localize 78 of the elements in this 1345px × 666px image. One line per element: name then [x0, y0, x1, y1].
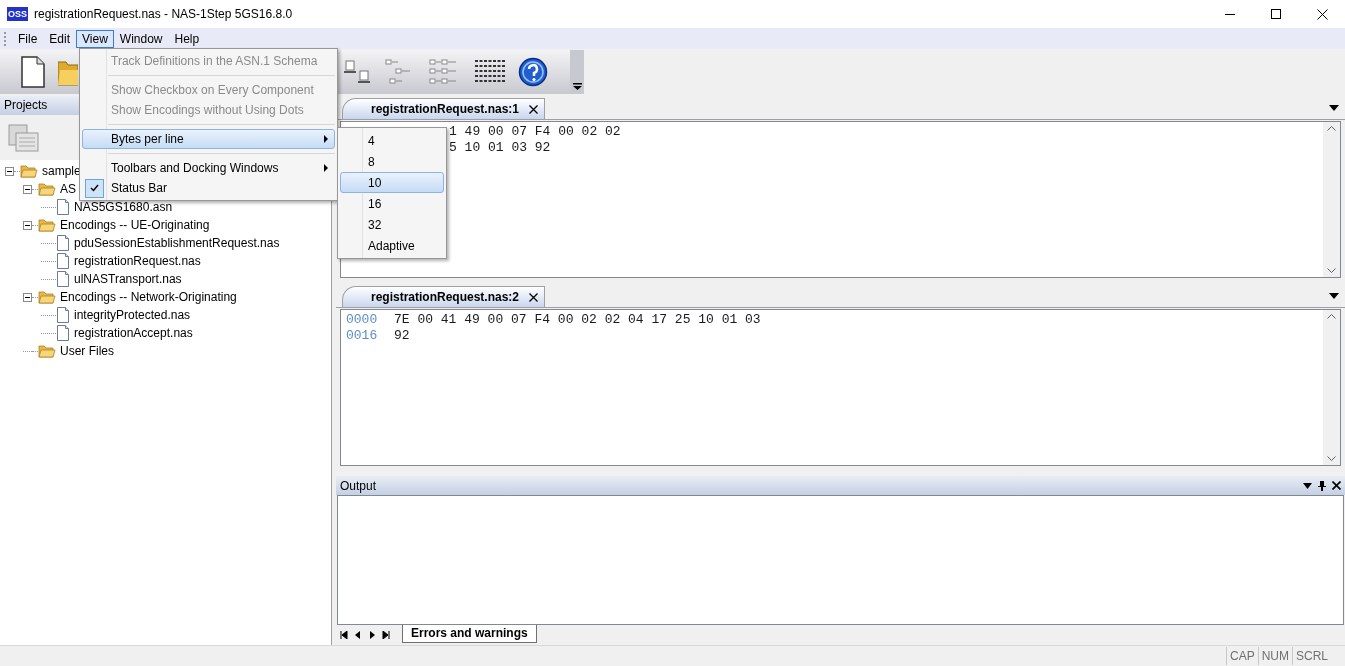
- close-icon: [1316, 8, 1328, 20]
- dropdown-icon[interactable]: [1303, 482, 1312, 489]
- tree-item[interactable]: registrationAccept.nas: [74, 324, 193, 342]
- hex-bytes: 7E 00 41 49 00 07 F4 00 02 02 04 17 25 10 01 03: [394, 312, 761, 328]
- collapse-icon[interactable]: [23, 184, 32, 194]
- hex-bytes: 5 10 01 03 92: [449, 140, 551, 156]
- maximize-icon: [1271, 9, 1281, 19]
- minimize-icon: [1225, 13, 1235, 15]
- tree-item[interactable]: integrityProtected.nas: [74, 306, 191, 324]
- menu-item[interactable]: 32: [340, 214, 444, 235]
- folder-icon: [38, 218, 56, 232]
- pin-icon[interactable]: [1318, 480, 1326, 491]
- panel-header: Output: [340, 477, 378, 495]
- tree-item[interactable]: User Files: [60, 342, 114, 360]
- tree-item[interactable]: Encodings -- Network-Originating: [60, 288, 237, 306]
- menu-item[interactable]: File: [12, 29, 44, 48]
- tree-item[interactable]: registrationRequest.nas: [74, 252, 201, 270]
- collapse-icon[interactable]: [23, 220, 32, 230]
- folder-icon: [38, 182, 56, 196]
- scrollbar[interactable]: [1323, 122, 1340, 277]
- menu-item[interactable]: Edit: [43, 29, 77, 48]
- menu-item[interactable]: 4: [340, 130, 444, 151]
- tree-item[interactable]: AS: [60, 180, 76, 198]
- tree-item[interactable]: Encodings -- UE-Originating: [60, 216, 210, 234]
- scroll-down-icon[interactable]: [1327, 268, 1336, 274]
- hex-bytes: 1 49 00 07 F4 00 02 02: [449, 124, 621, 140]
- menu-item[interactable]: Help: [168, 29, 206, 48]
- menu-item[interactable]: 16: [340, 193, 444, 214]
- dropdown-icon[interactable]: [1329, 293, 1339, 299]
- line-offset: 0016: [346, 328, 379, 344]
- tree-item[interactable]: sample: [42, 162, 81, 180]
- skip-arrow-icon[interactable]: [382, 631, 390, 639]
- document-tab[interactable]: registrationRequest.nas:1: [342, 98, 546, 119]
- status-indicator: CAP: [1225, 647, 1258, 665]
- menu-item[interactable]: Bytes per line: [82, 129, 335, 149]
- tree-item[interactable]: NAS5GS1680.asn: [74, 198, 173, 216]
- scroll-up-icon[interactable]: [1327, 313, 1336, 319]
- menu-item[interactable]: Adaptive: [340, 235, 444, 256]
- help-icon[interactable]: [518, 57, 548, 87]
- document-icon: [56, 235, 70, 251]
- document-tab[interactable]: registrationRequest.nas:2: [342, 286, 546, 307]
- folder-icon: [38, 290, 56, 304]
- menu-item[interactable]: 10: [340, 172, 444, 193]
- tree-item[interactable]: ulNASTransport.nas: [74, 270, 182, 288]
- output-tab[interactable]: Errors and warnings: [402, 625, 537, 643]
- menu-item[interactable]: Status Bar: [82, 178, 335, 198]
- folder-icon[interactable]: [58, 58, 78, 86]
- line-offset: 0000: [346, 312, 379, 328]
- menu-item[interactable]: Window: [113, 29, 169, 48]
- dropdown-icon[interactable]: [1329, 105, 1339, 111]
- menu-item[interactable]: Toolbars and Docking Windows: [82, 158, 335, 178]
- window-title: registrationRequest.nas - NAS-1Step 5GS16.8.0: [34, 6, 293, 23]
- scrollbar[interactable]: [1323, 310, 1340, 465]
- document-icon: [56, 253, 70, 269]
- close-icon[interactable]: [529, 104, 539, 114]
- status-indicator: NUM: [1257, 647, 1292, 665]
- new-document-icon[interactable]: [20, 56, 46, 88]
- folder-icon: [38, 344, 56, 358]
- collapse-icon[interactable]: [23, 292, 32, 302]
- close-icon[interactable]: [529, 292, 539, 302]
- close-icon[interactable]: [1332, 481, 1341, 490]
- app-logo: OSS: [7, 7, 28, 21]
- collapse-icon[interactable]: [5, 166, 14, 176]
- status-indicator: SCRL: [1292, 647, 1331, 665]
- document-icon: [56, 271, 70, 287]
- overflow-icon: [572, 83, 582, 90]
- document-icon: [56, 307, 70, 323]
- document-icon: [56, 199, 70, 215]
- folder-icon: [20, 164, 38, 178]
- menu-item[interactable]: View: [76, 29, 114, 48]
- skip-arrow-icon[interactable]: [340, 631, 348, 639]
- document-icon: [56, 325, 70, 341]
- toolbar-overflow-button[interactable]: [570, 50, 584, 94]
- scroll-down-icon[interactable]: [1327, 456, 1336, 462]
- hex-bytes: 92: [394, 328, 410, 344]
- scroll-up-icon[interactable]: [1327, 125, 1336, 131]
- tree-item[interactable]: pduSessionEstablishmentRequest.nas: [74, 234, 280, 252]
- menu-item[interactable]: 8: [340, 151, 444, 172]
